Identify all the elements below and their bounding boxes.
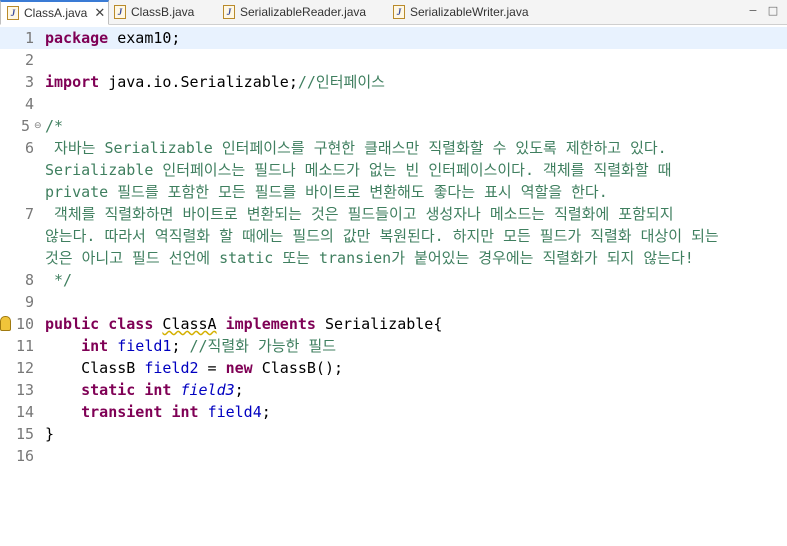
keyword: transient <box>81 403 163 421</box>
field-name: field4 <box>207 403 262 421</box>
line-number: 10 <box>15 315 34 333</box>
comment: private 필드를 포함한 모든 필드를 바이트로 변환해도 좋다는 표시 … <box>45 183 608 201</box>
class-name: ClassA <box>162 315 217 333</box>
code-text: } <box>45 425 55 443</box>
keyword: int <box>144 381 172 399</box>
line-number: 2 <box>24 51 34 69</box>
code-line-12[interactable]: 12 ClassB field2 = new ClassB(); <box>0 357 787 379</box>
tab-label: SerializableWriter.java <box>410 5 529 19</box>
code-text: ; <box>234 381 244 399</box>
java-file-icon: J <box>223 5 235 19</box>
code-text: java.io.Serializable; <box>99 73 298 91</box>
code-line-6[interactable]: 6 자바는 Serializable 인터페이스를 구현한 클래스만 직렬화할 … <box>0 137 787 203</box>
code-text: = <box>198 359 226 377</box>
code-text: ; <box>171 337 181 355</box>
tab-classa[interactable]: J ClassA.java ✕ <box>0 0 109 25</box>
java-file-icon: J <box>393 5 405 19</box>
code-line-5[interactable]: 5 ⊖ /* <box>0 115 787 137</box>
code-line-9[interactable]: 9 <box>0 291 787 313</box>
comment: /* <box>45 117 64 135</box>
line-number: 12 <box>15 359 34 377</box>
tab-serializablereader[interactable]: J SerializableReader.java <box>223 0 383 24</box>
editor-tab-bar: J ClassA.java ✕ J ClassB.java J Serializ… <box>0 0 787 25</box>
keyword: static <box>81 381 136 399</box>
java-file-icon: J <box>114 5 126 19</box>
code-text: Serializable{ <box>315 315 443 333</box>
keyword: public <box>45 315 100 333</box>
code-line-1[interactable]: 1 package exam10; <box>0 27 787 49</box>
code-line-7[interactable]: 7 객체를 직렬화하면 바이트로 변환되는 것은 필드들이고 생성자나 메소드는… <box>0 203 787 269</box>
maximize-icon[interactable]: □ <box>765 2 781 18</box>
field-name: field1 <box>117 337 172 355</box>
keyword: class <box>108 315 154 333</box>
code-line-11[interactable]: 11 int field1; //직렬화 가능한 필드 <box>0 335 787 357</box>
line-number: 9 <box>24 293 34 311</box>
code-editor[interactable]: 1 package exam10; 2 3 import java.io.Ser… <box>0 25 787 546</box>
code-line-10[interactable]: 10 public class ClassA implements Serial… <box>0 313 787 335</box>
keyword: int <box>171 403 199 421</box>
code-text: ClassB(); <box>252 359 344 377</box>
code-line-2[interactable]: 2 <box>0 49 787 71</box>
comment: Serializable 인터페이스는 필드나 메소드가 없는 빈 인터페이스이… <box>45 161 672 179</box>
keyword: import <box>45 73 100 91</box>
tab-label: ClassA.java <box>24 6 88 20</box>
comment: 자바는 Serializable 인터페이스를 구현한 클래스만 직렬화할 수 … <box>45 139 667 157</box>
line-number: 7 <box>24 205 34 223</box>
window-controls: − □ <box>745 2 781 18</box>
line-number: 15 <box>15 425 34 443</box>
keyword: int <box>81 337 109 355</box>
line-number: 3 <box>24 73 34 91</box>
keyword: implements <box>225 315 316 333</box>
comment: */ <box>45 271 73 289</box>
code-line-4[interactable]: 4 <box>0 93 787 115</box>
minimize-icon[interactable]: − <box>745 2 761 18</box>
keyword: new <box>225 359 253 377</box>
code-line-15[interactable]: 15 } <box>0 423 787 445</box>
comment: //인터페이스 <box>297 73 385 91</box>
tab-classb[interactable]: J ClassB.java <box>114 0 214 24</box>
code-line-3[interactable]: 3 import java.io.Serializable;//인터페이스 <box>0 71 787 93</box>
keyword: package <box>45 29 109 47</box>
line-number: 14 <box>15 403 34 421</box>
line-number: 11 <box>15 337 34 355</box>
line-number: 8 <box>24 271 34 289</box>
comment: //직렬화 가능한 필드 <box>189 337 337 355</box>
tab-label: ClassB.java <box>131 5 195 19</box>
tab-serializablewriter[interactable]: J SerializableWriter.java <box>393 0 553 24</box>
code-text: exam10; <box>108 29 181 47</box>
line-number: 6 <box>24 139 34 157</box>
field-name: field2 <box>144 359 199 377</box>
code-line-16[interactable]: 16 <box>0 445 787 467</box>
fold-collapse-icon[interactable]: ⊖ <box>34 115 42 137</box>
code-text: ; <box>261 403 271 421</box>
code-line-8[interactable]: 8 */ <box>0 269 787 291</box>
line-number: 1 <box>24 29 34 47</box>
line-number: 16 <box>15 447 34 465</box>
type-name: ClassB <box>81 359 136 377</box>
code-line-13[interactable]: 13 static int field3; <box>0 379 787 401</box>
close-icon[interactable]: ✕ <box>94 5 105 21</box>
field-name: field3 <box>180 381 235 399</box>
line-number: 13 <box>15 381 34 399</box>
tab-label: SerializableReader.java <box>240 5 367 19</box>
java-file-icon: J <box>7 6 19 20</box>
code-line-14[interactable]: 14 transient int field4; <box>0 401 787 423</box>
line-number: 5 <box>20 117 30 135</box>
comment: 것은 아니고 필드 선언에 static 또는 transien가 붙어있는 경… <box>45 249 694 267</box>
comment: 않는다. 따라서 역직렬화 할 때에는 필드의 값만 복원된다. 하지만 모든 … <box>45 227 719 245</box>
line-number: 4 <box>24 95 34 113</box>
comment: 객체를 직렬화하면 바이트로 변환되는 것은 필드들이고 생성자나 메소드는 직… <box>45 205 674 223</box>
